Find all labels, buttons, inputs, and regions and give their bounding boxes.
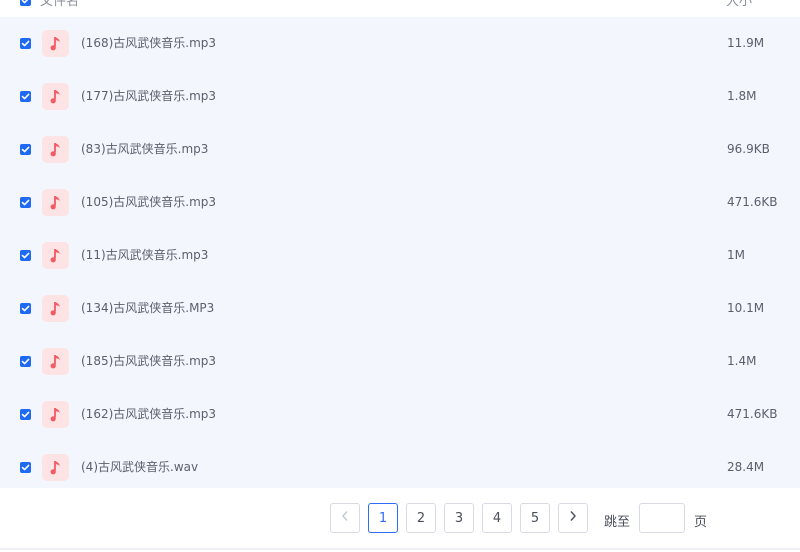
music-note-icon xyxy=(42,242,69,269)
select-all-checkbox[interactable] xyxy=(20,0,31,6)
music-note-icon xyxy=(42,401,69,428)
file-name[interactable]: (177)古风武侠音乐.mp3 xyxy=(81,89,216,104)
row-checkbox[interactable] xyxy=(20,197,31,208)
page-button-5[interactable]: 5 xyxy=(520,503,550,533)
chevron-right-icon xyxy=(569,510,577,526)
column-header-size[interactable]: 大小 xyxy=(726,0,752,10)
file-row[interactable]: (177)古风武侠音乐.mp3 1.8M xyxy=(0,70,800,123)
file-name[interactable]: (185)古风武侠音乐.mp3 xyxy=(81,354,216,369)
row-checkbox[interactable] xyxy=(20,303,31,314)
music-note-icon xyxy=(42,30,69,57)
file-size: 1.4M xyxy=(727,354,757,368)
row-checkbox[interactable] xyxy=(20,91,31,102)
file-name[interactable]: (105)古风武侠音乐.mp3 xyxy=(81,195,216,210)
file-size: 471.6KB xyxy=(727,195,778,209)
music-note-icon xyxy=(42,348,69,375)
music-note-icon xyxy=(42,83,69,110)
file-name[interactable]: (11)古风武侠音乐.mp3 xyxy=(81,248,208,263)
file-name[interactable]: (83)古风武侠音乐.mp3 xyxy=(81,142,208,157)
music-note-icon xyxy=(42,454,69,481)
file-size: 28.4M xyxy=(727,460,765,474)
row-checkbox[interactable] xyxy=(20,250,31,261)
page-unit-label: 页 xyxy=(694,515,708,530)
row-checkbox[interactable] xyxy=(20,409,31,420)
page-button-4[interactable]: 4 xyxy=(482,503,512,533)
file-list: (168)古风武侠音乐.mp3 11.9M (177)古风武侠音乐.mp3 1.… xyxy=(0,17,800,488)
jump-page-input[interactable] xyxy=(639,503,685,533)
prev-page-button[interactable] xyxy=(330,503,360,533)
file-row[interactable]: (134)古风武侠音乐.MP3 10.1M xyxy=(0,282,800,335)
pagination: 1 2 3 4 5 跳至 页 xyxy=(0,488,800,552)
chevron-left-icon xyxy=(341,510,349,526)
page-button-3[interactable]: 3 xyxy=(444,503,474,533)
page-button-2[interactable]: 2 xyxy=(406,503,436,533)
file-row[interactable]: (83)古风武侠音乐.mp3 96.9KB xyxy=(0,123,800,176)
file-size: 11.9M xyxy=(727,36,765,50)
file-row[interactable]: (4)古风武侠音乐.wav 28.4M xyxy=(0,441,800,494)
file-row[interactable]: (168)古风武侠音乐.mp3 11.9M xyxy=(0,17,800,70)
row-checkbox[interactable] xyxy=(20,144,31,155)
file-name[interactable]: (162)古风武侠音乐.mp3 xyxy=(81,407,216,422)
bottom-divider xyxy=(0,548,800,550)
music-note-icon xyxy=(42,295,69,322)
table-header: 文件名 大小 xyxy=(0,0,800,17)
file-size: 471.6KB xyxy=(727,407,778,421)
file-row[interactable]: (162)古风武侠音乐.mp3 471.6KB xyxy=(0,388,800,441)
file-size: 1M xyxy=(727,248,745,262)
jump-to-label: 跳至 xyxy=(604,515,631,530)
file-name[interactable]: (4)古风武侠音乐.wav xyxy=(81,460,198,475)
page-button-1[interactable]: 1 xyxy=(368,503,398,533)
file-name[interactable]: (168)古风武侠音乐.mp3 xyxy=(81,36,216,51)
file-row[interactable]: (185)古风武侠音乐.mp3 1.4M xyxy=(0,335,800,388)
next-page-button[interactable] xyxy=(558,503,588,533)
row-checkbox[interactable] xyxy=(20,356,31,367)
file-row[interactable]: (105)古风武侠音乐.mp3 471.6KB xyxy=(0,176,800,229)
row-checkbox[interactable] xyxy=(20,462,31,473)
file-name[interactable]: (134)古风武侠音乐.MP3 xyxy=(81,301,214,316)
file-size: 10.1M xyxy=(727,301,765,315)
row-checkbox[interactable] xyxy=(20,38,31,49)
column-header-name[interactable]: 文件名 xyxy=(40,0,79,10)
file-row[interactable]: (11)古风武侠音乐.mp3 1M xyxy=(0,229,800,282)
music-note-icon xyxy=(42,189,69,216)
file-size: 1.8M xyxy=(727,89,757,103)
file-size: 96.9KB xyxy=(727,142,770,156)
music-note-icon xyxy=(42,136,69,163)
